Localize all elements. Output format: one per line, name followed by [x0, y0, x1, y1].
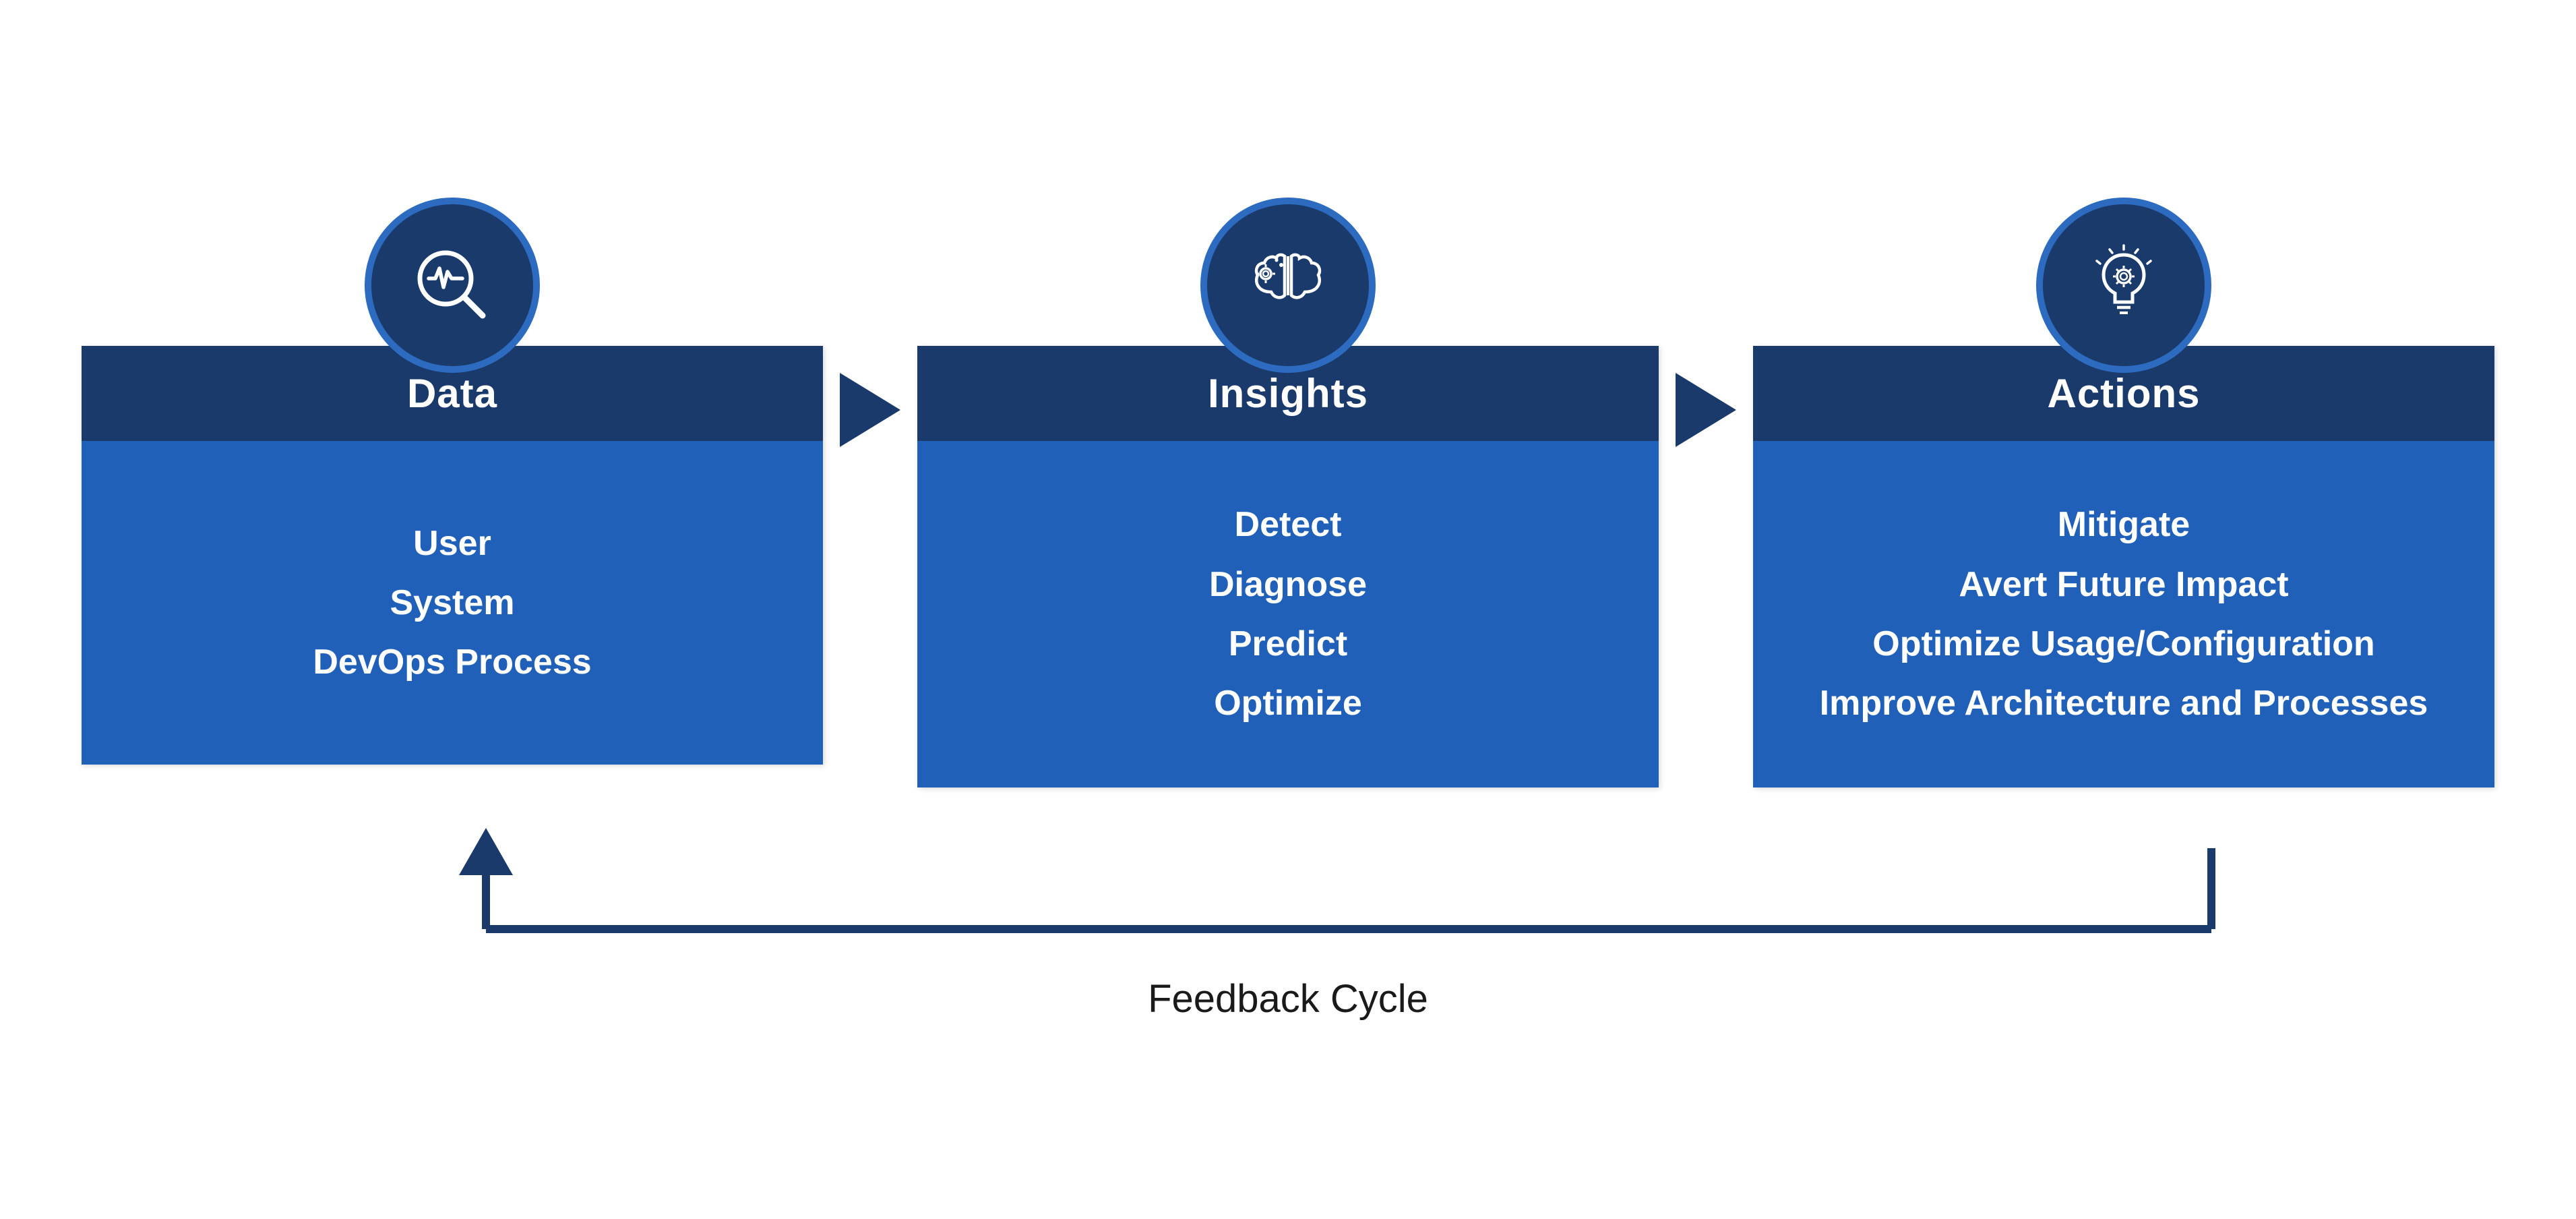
data-item-2: System [313, 573, 591, 632]
brain-gear-icon [1244, 241, 1332, 329]
actions-card: Actions Mitigate Avert Future Impact Opt… [1753, 346, 2494, 787]
insights-column: Insights Detect Diagnose Predict Optimiz… [917, 198, 1659, 787]
insights-item-3: Predict [1209, 614, 1367, 674]
data-card-body: User System DevOps Process [82, 441, 823, 765]
data-icon-circle [365, 198, 540, 373]
diagram-container: Data User System DevOps Process [75, 198, 2501, 1021]
data-header-title: Data [407, 371, 497, 416]
actions-icon-circle [2036, 198, 2211, 373]
lightbulb-gear-icon [2080, 241, 2168, 329]
arrow-right-icon-2 [1676, 373, 1736, 447]
data-card: Data User System DevOps Process [82, 346, 823, 765]
data-item-1: User [313, 514, 591, 573]
actions-item-3: Optimize Usage/Configuration [1820, 614, 2428, 674]
magnifier-pulse-icon [408, 241, 496, 329]
insights-item-2: Diagnose [1209, 555, 1367, 614]
data-column: Data User System DevOps Process [82, 198, 823, 765]
actions-item-4: Improve Architecture and Processes [1820, 674, 2428, 733]
data-item-3: DevOps Process [313, 632, 591, 692]
actions-item-1: Mitigate [1820, 495, 2428, 554]
actions-item-2: Avert Future Impact [1820, 555, 2428, 614]
feedback-line-container [311, 828, 2265, 963]
insights-header-title: Insights [1208, 371, 1368, 416]
feedback-svg [311, 828, 2265, 963]
insights-item-4: Optimize [1209, 674, 1367, 733]
actions-column: Actions Mitigate Avert Future Impact Opt… [1753, 198, 2494, 787]
actions-body-text: Mitigate Avert Future Impact Optimize Us… [1820, 495, 2428, 734]
data-body-text: User System DevOps Process [313, 514, 591, 692]
arrow-insights-to-actions [1659, 373, 1753, 447]
insights-card: Insights Detect Diagnose Predict Optimiz… [917, 346, 1659, 787]
insights-icon-circle [1200, 198, 1376, 373]
actions-header-title: Actions [2047, 371, 2200, 416]
insights-body-text: Detect Diagnose Predict Optimize [1209, 495, 1367, 734]
arrow-data-to-insights [823, 373, 917, 447]
actions-card-body: Mitigate Avert Future Impact Optimize Us… [1753, 441, 2494, 787]
arrow-right-icon-1 [840, 373, 900, 447]
insights-item-1: Detect [1209, 495, 1367, 554]
feedback-row: Feedback Cycle [75, 828, 2501, 1021]
insights-card-body: Detect Diagnose Predict Optimize [917, 441, 1659, 787]
feedback-cycle-label: Feedback Cycle [1148, 976, 1428, 1021]
columns-row: Data User System DevOps Process [75, 198, 2501, 787]
